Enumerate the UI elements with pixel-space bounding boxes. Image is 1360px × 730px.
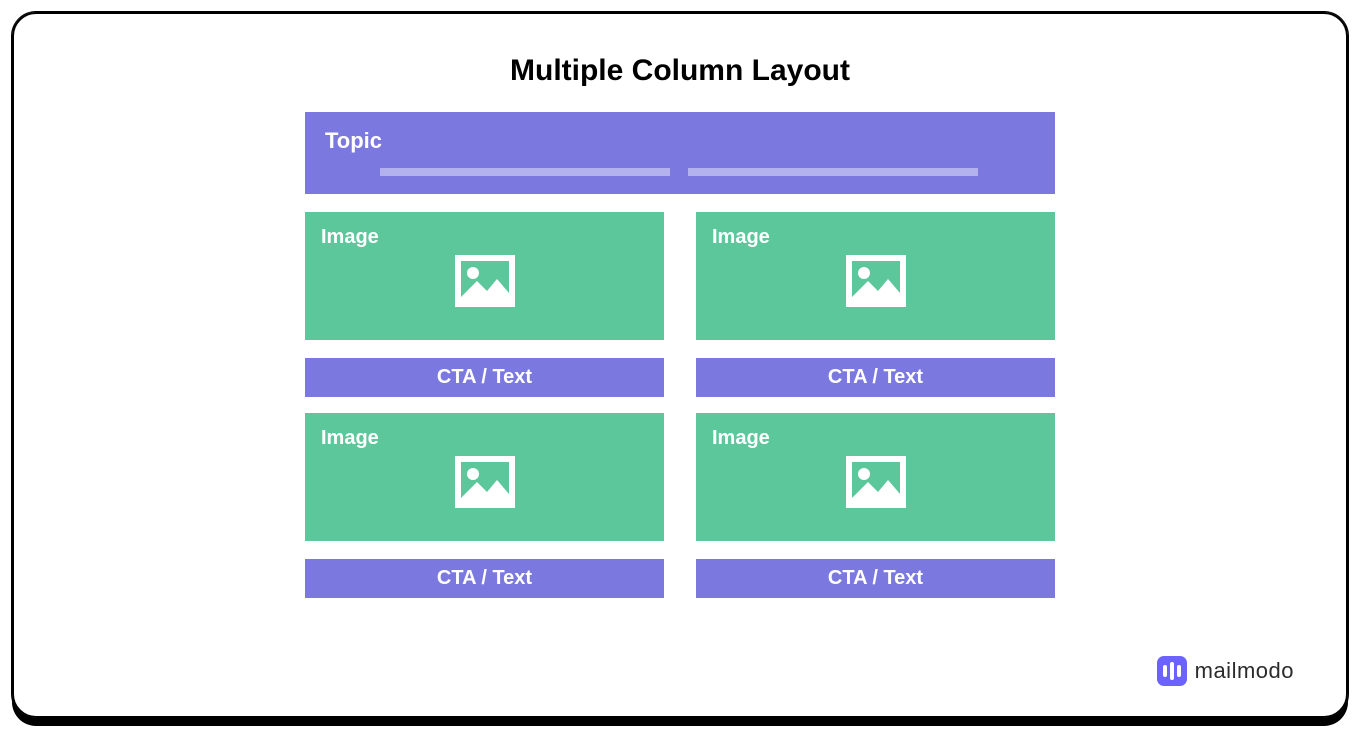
- topic-placeholder-lines: [325, 168, 1035, 176]
- cta-block: CTA / Text: [696, 358, 1055, 397]
- placeholder-line: [380, 168, 670, 176]
- topic-label: Topic: [325, 128, 1035, 154]
- placeholder-line: [688, 168, 978, 176]
- image-label: Image: [712, 427, 1039, 450]
- image-block: Image: [305, 413, 664, 541]
- image-label: Image: [321, 226, 648, 249]
- page-title: Multiple Column Layout: [64, 54, 1296, 88]
- image-block: Image: [696, 413, 1055, 541]
- brand-logo-icon: [1157, 656, 1187, 686]
- topic-bar: Topic: [305, 112, 1055, 194]
- image-icon: [844, 454, 908, 510]
- image-icon: [453, 253, 517, 309]
- image-block: Image: [696, 212, 1055, 340]
- brand-logo: mailmodo: [1157, 656, 1294, 686]
- image-label: Image: [712, 226, 1039, 249]
- column-block: Image CTA / Text: [696, 212, 1055, 397]
- cta-block: CTA / Text: [696, 559, 1055, 598]
- image-icon: [844, 253, 908, 309]
- diagram-card: Multiple Column Layout Topic Image CTA /…: [12, 12, 1348, 718]
- columns-grid: Image CTA / Text Image CTA / Text Image …: [305, 212, 1055, 598]
- image-block: Image: [305, 212, 664, 340]
- layout-wireframe: Topic Image CTA / Text Image CTA / Text: [305, 112, 1055, 598]
- column-block: Image CTA / Text: [305, 212, 664, 397]
- cta-block: CTA / Text: [305, 559, 664, 598]
- column-block: Image CTA / Text: [305, 413, 664, 598]
- image-label: Image: [321, 427, 648, 450]
- cta-block: CTA / Text: [305, 358, 664, 397]
- brand-name: mailmodo: [1195, 658, 1294, 684]
- image-icon: [453, 454, 517, 510]
- column-block: Image CTA / Text: [696, 413, 1055, 598]
